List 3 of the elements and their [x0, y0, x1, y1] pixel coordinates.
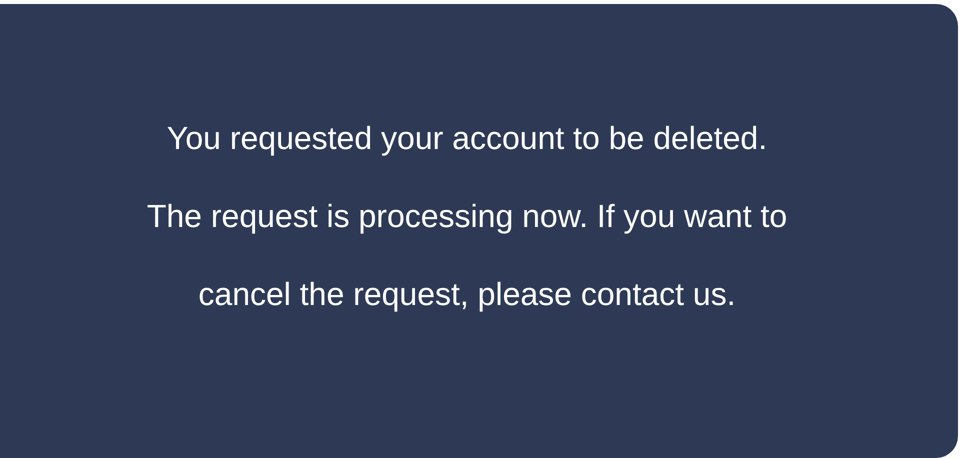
message-text: cancel the request, please contact us.	[198, 275, 736, 313]
message-text: The request is processing now. If you want to	[146, 197, 788, 235]
message-text: You requested your account to be deleted.	[166, 119, 768, 157]
